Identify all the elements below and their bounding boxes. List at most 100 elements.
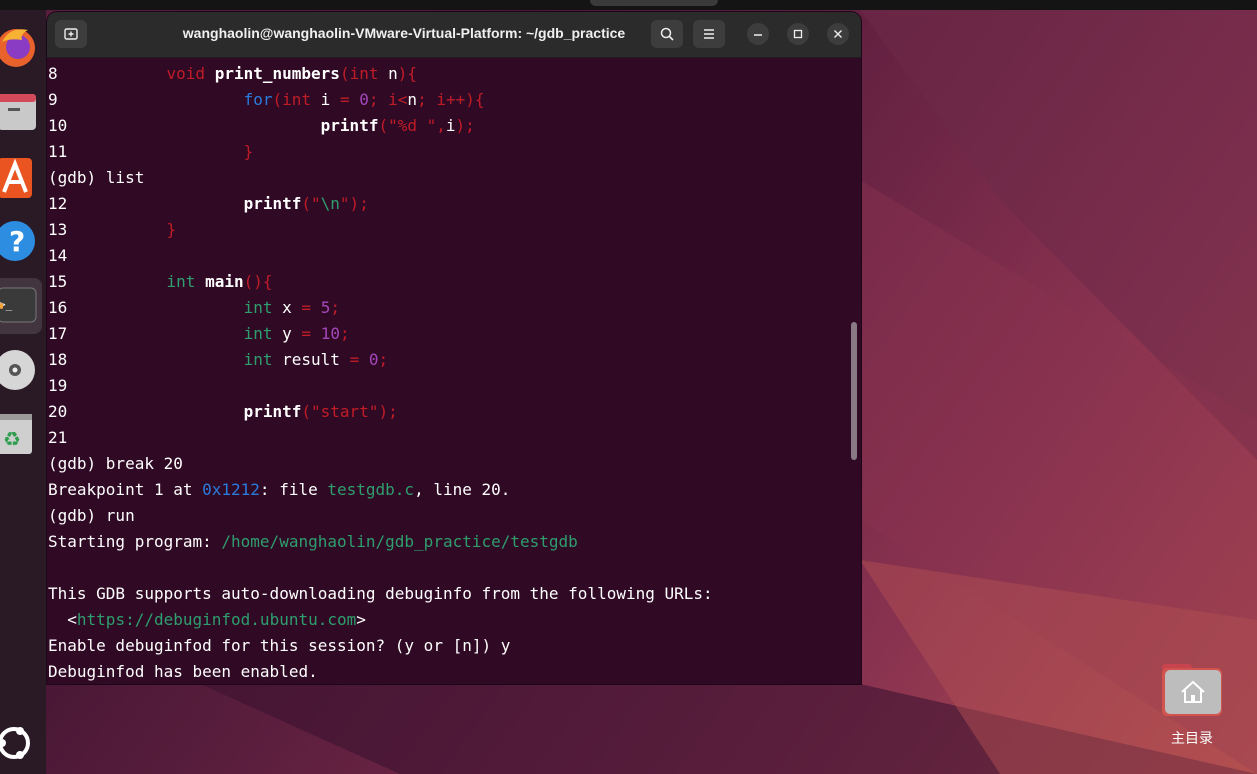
desktop-home-folder[interactable] [1160, 660, 1226, 722]
code-segment: ; [330, 298, 340, 317]
line-number: 14 [48, 246, 68, 265]
new-tab-icon [64, 28, 78, 40]
code-segment: ){ [397, 64, 418, 83]
terminal-line: 17 int y = 10; [48, 321, 861, 347]
minimize-button[interactable] [747, 23, 769, 45]
dock-app-center[interactable] [0, 152, 40, 204]
line-number: 21 [48, 428, 68, 447]
terminal-line: 21 [48, 425, 861, 451]
dock-help[interactable]: ? [0, 215, 40, 267]
code-segment: ; i [368, 90, 398, 109]
code-segment: = [301, 324, 312, 343]
line-number: 17 [48, 324, 68, 343]
line-number: 13 [48, 220, 68, 239]
terminal-line: Debuginfod has been enabled. [48, 659, 861, 684]
dock-terminal[interactable]: >_ [0, 278, 42, 334]
svg-text:?: ? [9, 225, 25, 258]
code-segment: x [272, 298, 302, 317]
code-segment: (" [301, 402, 321, 421]
code-segment: int [166, 272, 196, 291]
code-segment: ; [339, 324, 350, 343]
code-segment: This GDB supports auto-downloading debug… [48, 584, 713, 603]
code-segment: n [378, 64, 398, 83]
code-segment: , line 20. [414, 480, 511, 499]
line-number: 18 [48, 350, 68, 369]
code-segment: < [397, 90, 408, 109]
terminal-line: Breakpoint 1 at 0x1212: file testgdb.c, … [48, 477, 861, 503]
line-number: 9 [48, 90, 58, 109]
terminal-output[interactable]: 8 void print_numbers(int n){9 for(int i … [48, 61, 861, 684]
hamburger-menu-icon [704, 29, 714, 39]
search-button[interactable] [651, 20, 683, 48]
code-segment: int [243, 350, 273, 369]
code-segment: (" [301, 194, 321, 213]
code-segment: %d [397, 116, 427, 135]
terminal-line: 18 int result = 0; [48, 347, 861, 373]
code-segment: int [243, 298, 273, 317]
maximize-icon [793, 29, 803, 39]
terminal-line: 11 } [48, 139, 861, 165]
new-tab-button[interactable] [55, 20, 87, 48]
code-segment: main [205, 272, 244, 291]
terminal-line: (gdb) break 20 [48, 451, 861, 477]
terminal-icon: >_ [0, 287, 37, 323]
code-segment: 10 [320, 324, 340, 343]
home-folder-label: 主目录 [1171, 731, 1213, 747]
terminal-line: Enable debuginfod for this session? (y o… [48, 633, 861, 659]
home-folder-icon [1162, 664, 1222, 716]
line-number: 8 [48, 64, 58, 83]
code-segment: Breakpoint 1 at [48, 480, 203, 499]
terminal-line: Starting program: /home/wanghaolin/gdb_p… [48, 529, 861, 555]
code-segment: ; i [417, 90, 446, 109]
code-segment: i [311, 90, 340, 109]
dock-trash[interactable]: ♻ [0, 408, 40, 460]
dock-files[interactable] [0, 88, 40, 140]
code-segment: y [272, 324, 302, 343]
code-segment: for [243, 90, 273, 109]
dock: ? >_ ♻ [0, 10, 46, 774]
code-segment: (" [378, 116, 398, 135]
code-segment: = [349, 350, 360, 369]
title-bar[interactable]: wanghaolin@wanghaolin-VMware-Virtual-Pla… [47, 12, 861, 58]
terminal-line: 9 for(int i = 0; i<n; i++){ [48, 87, 861, 113]
code-segment: (gdb) run [48, 506, 135, 525]
code-segment: /home/wanghaolin/gdb_practice/testgdb [221, 532, 578, 551]
terminal-scrollbar[interactable] [851, 322, 857, 460]
terminal-line: (gdb) run [48, 503, 861, 529]
code-segment: Enable debuginfod for this session? (y o… [48, 636, 511, 655]
terminal-line: 19 [48, 373, 861, 399]
code-segment: = [301, 298, 312, 317]
code-segment: start [320, 402, 369, 421]
terminal-line: 8 void print_numbers(int n){ [48, 61, 861, 87]
terminal-line: 15 int main(){ [48, 269, 861, 295]
code-segment: printf [320, 116, 379, 135]
menu-button[interactable] [693, 20, 725, 48]
files-icon [0, 94, 36, 130]
ubuntu-apps-icon [0, 727, 30, 759]
terminal-window[interactable]: wanghaolin@wanghaolin-VMware-Virtual-Pla… [47, 12, 861, 684]
code-segment: ); [455, 116, 475, 135]
terminal-line: <https://debuginfod.ubuntu.com> [48, 607, 861, 633]
window-title: wanghaolin@wanghaolin-VMware-Virtual-Pla… [182, 25, 626, 41]
terminal-line: (gdb) list [48, 165, 861, 191]
code-segment: int [282, 90, 312, 109]
maximize-button[interactable] [787, 23, 809, 45]
code-segment: result [272, 350, 350, 369]
dock-disc[interactable] [0, 344, 40, 396]
terminal-line: This GDB supports auto-downloading debug… [48, 581, 861, 607]
dock-firefox[interactable] [0, 20, 40, 72]
code-segment: ; [378, 350, 389, 369]
code-segment: \n [320, 194, 340, 213]
code-segment: (){ [243, 272, 273, 291]
close-button[interactable] [827, 23, 849, 45]
code-segment: ( [339, 64, 350, 83]
code-segment: > [356, 610, 366, 629]
dock-show-apps[interactable] [0, 716, 40, 768]
search-icon [660, 27, 674, 41]
